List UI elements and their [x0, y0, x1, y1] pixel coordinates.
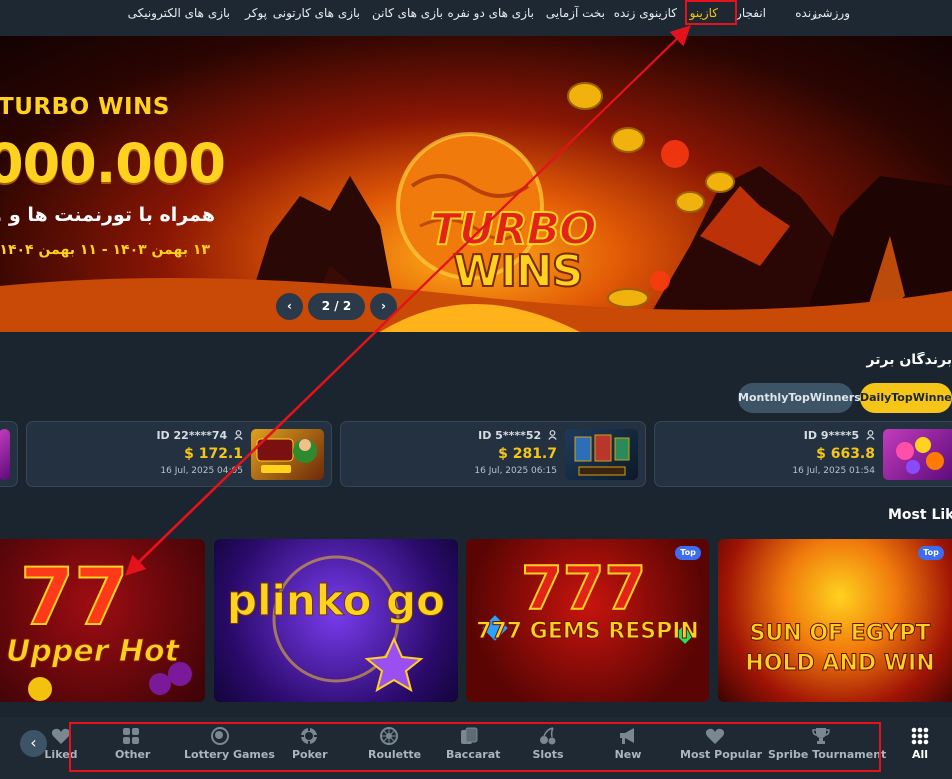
lucky-penny-illustration [256, 438, 317, 473]
game-tile[interactable]: plinko go [214, 539, 458, 702]
winner-date: 16 Jul, 2025 04:05 [160, 466, 243, 476]
game-title: plinko go [227, 576, 446, 625]
game-thumbnail [883, 429, 952, 480]
nav-item-lottery[interactable]: بخت آزمایی [546, 3, 605, 23]
user-icon [234, 430, 243, 440]
winner-id: ID 22****74 [156, 429, 243, 442]
user-icon [548, 430, 557, 440]
game-tile[interactable]: SUN OF EGYPT HOLD AND WIN Top [718, 539, 952, 702]
banner-slide-indicator: 2 / 2 [308, 293, 365, 320]
nav-item-electronic-games[interactable]: بازی های الکترونیکی [128, 3, 230, 23]
casino-highlight-box [685, 0, 737, 25]
winner-amount: $ 281.7 [498, 446, 557, 462]
winner-card[interactable]: ID 5****52 $ 281.7 16 Jul, 2025 06:15 [340, 421, 646, 487]
casino-page: ورزشی زنده انفجار کازینو کازینوی زنده بخ… [0, 0, 952, 779]
most-liked-title: Most Liked [888, 507, 952, 523]
chevron-right-icon: › [381, 299, 386, 313]
nav-item-crash[interactable]: انفجار [736, 3, 766, 23]
top-badge: Top [675, 546, 701, 560]
winner-id: ID 9****5 [804, 429, 875, 442]
banner-title: TURBO WINS [0, 94, 170, 120]
winner-card-partial[interactable] [0, 421, 18, 487]
nav-item-poker[interactable]: پوکر [245, 3, 267, 23]
category-all[interactable]: All [900, 722, 940, 772]
winner-amount: $ 172.1 [184, 446, 243, 462]
nav-item-canon-games[interactable]: بازی های کانن [372, 3, 443, 23]
upper-hot-illustration: 77 [19, 552, 192, 701]
nav-item-two-player-games[interactable]: بازی های دو نفره [448, 3, 534, 23]
chevron-left-icon: ‹ [287, 299, 292, 313]
svg-text:777: 777 [521, 554, 646, 624]
game-thumbnail [565, 429, 638, 480]
banner-next-button[interactable]: › [370, 293, 397, 320]
grid-icon [911, 727, 929, 745]
promo-banner[interactable]: TURBO WINS 000.000 همراه با تورنمنت ها و… [0, 36, 952, 332]
heart-icon [51, 728, 71, 744]
winner-id: ID 5****52 [478, 429, 557, 442]
game-thumbnail [0, 429, 10, 480]
nav-item-cartoon-games[interactable]: بازی های کارتونی [273, 3, 360, 23]
game-title: SUN OF EGYPT HOLD AND WIN [745, 621, 935, 677]
tab-monthly-top-winners[interactable]: MonthlyTopWinners [738, 383, 861, 413]
winner-card[interactable]: ID 22****74 $ 172.1 16 Jul, 2025 04:05 [26, 421, 332, 487]
banner-prev-button[interactable]: ‹ [276, 293, 303, 320]
game-tile[interactable]: 777 777 GEMS RESPIN Top [466, 539, 709, 702]
category-label: All [911, 748, 929, 761]
candy-illustration [896, 437, 944, 474]
chevron-left-icon: ‹ [30, 733, 37, 752]
book-of-amun-illustration [574, 434, 630, 476]
banner-subtitle: همراه با تورنمنت ها و ... [0, 204, 215, 226]
game-tile[interactable]: 77 Upper Hot [0, 539, 205, 702]
categories-highlight-box [69, 722, 881, 772]
winner-amount: $ 663.8 [816, 446, 875, 462]
nav-item-sports[interactable]: ورزشی [813, 3, 850, 23]
winner-date: 16 Jul, 2025 06:15 [474, 466, 557, 476]
game-thumbnail [251, 429, 324, 480]
winner-card[interactable]: ID 9****5 $ 663.8 16 Jul, 2025 01:54 [654, 421, 952, 487]
nav-item-live-casino[interactable]: کازینوی زنده [614, 3, 677, 23]
turbo-wins-logo-wins: WINS [452, 245, 584, 298]
category-scroll-left-button[interactable]: ‹ [20, 730, 47, 757]
svg-text:77: 77 [20, 553, 129, 643]
top-winners-title: برندگان برتر [866, 352, 952, 368]
nav-item-live[interactable]: زنده [795, 3, 817, 23]
top-badge: Top [918, 546, 944, 560]
top-navigation: ورزشی زنده انفجار کازینو کازینوی زنده بخ… [0, 0, 952, 36]
user-icon [866, 430, 875, 440]
winner-date: 16 Jul, 2025 01:54 [792, 466, 875, 476]
game-title: Upper Hot [6, 634, 180, 670]
banner-dates: ۱۳ بهمن ۱۴۰۳ - ۱۱ بهمن ۱۴۰۴ [0, 242, 210, 258]
banner-prize-amount: 000.000 [0, 132, 226, 195]
tab-daily-top-winners[interactable]: DailyTopWinners [860, 383, 952, 413]
game-title: 777 GEMS RESPIN [476, 619, 700, 645]
